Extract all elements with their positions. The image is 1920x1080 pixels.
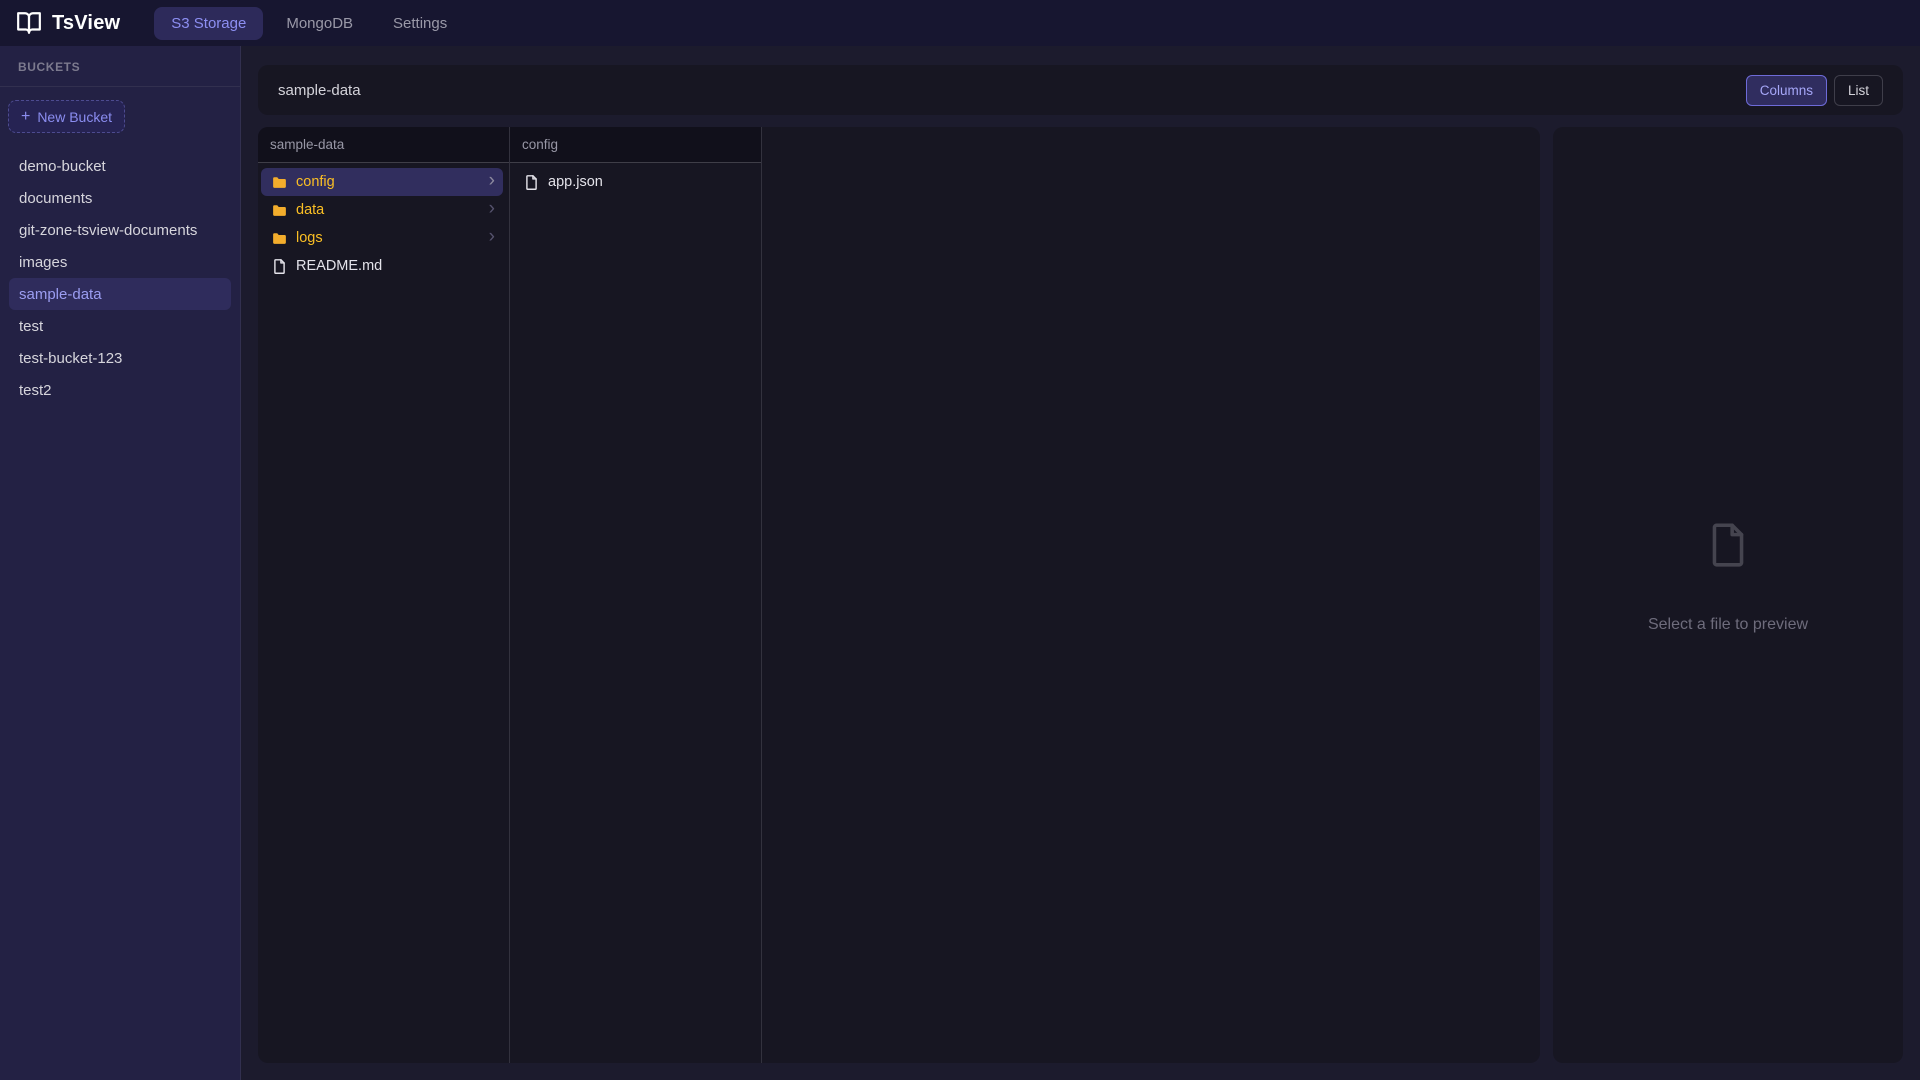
- buckets-heading: BUCKETS: [0, 46, 240, 87]
- item-name: data: [296, 202, 325, 218]
- column-config: config app.json: [510, 127, 762, 1063]
- buckets-sidebar: BUCKETS + New Bucket demo-bucket documen…: [0, 46, 241, 1080]
- tab-mongodb[interactable]: MongoDB: [269, 7, 370, 40]
- bucket-item-test2[interactable]: test2: [9, 374, 231, 406]
- file-preview-panel: Select a file to preview: [1553, 127, 1903, 1063]
- bucket-item-test-bucket-123[interactable]: test-bucket-123: [9, 342, 231, 374]
- folder-row-data[interactable]: data ›: [261, 196, 503, 224]
- bucket-item-documents[interactable]: documents: [9, 182, 231, 214]
- folder-icon: [271, 202, 288, 219]
- new-bucket-label: New Bucket: [37, 108, 113, 125]
- chevron-right-icon: ›: [488, 170, 495, 191]
- bucket-item-sample-data[interactable]: sample-data: [9, 278, 231, 310]
- bucket-item-images[interactable]: images: [9, 246, 231, 278]
- column-sample-data: sample-data config › data › logs › READM…: [258, 127, 510, 1063]
- file-browser-columns: sample-data config › data › logs › READM…: [258, 127, 1540, 1063]
- file-row-readme[interactable]: README.md: [261, 252, 503, 280]
- column-header: sample-data: [258, 127, 509, 163]
- column-item-list: config › data › logs › README.md: [258, 163, 509, 285]
- column-header: config: [510, 127, 761, 163]
- item-name: config: [296, 174, 335, 190]
- tab-s3-storage[interactable]: S3 Storage: [154, 6, 264, 40]
- chevron-right-icon: ›: [488, 198, 495, 219]
- content-header: sample-data Columns List: [258, 65, 1903, 115]
- app-title: TsView: [52, 11, 121, 34]
- item-name: app.json: [548, 174, 603, 190]
- list-view-button[interactable]: List: [1833, 74, 1883, 106]
- file-icon: [271, 258, 288, 275]
- bucket-item-git-zone-tsview-documents[interactable]: git-zone-tsview-documents: [9, 214, 231, 246]
- bucket-item-demo-bucket[interactable]: demo-bucket: [9, 150, 231, 182]
- top-nav: TsView S3 Storage MongoDB Settings: [0, 0, 1920, 46]
- empty-columns-area: [762, 127, 1540, 1063]
- view-toggle: Columns List: [1745, 74, 1883, 106]
- file-icon: [523, 174, 540, 191]
- tab-settings[interactable]: Settings: [376, 7, 464, 40]
- chevron-right-icon: ›: [488, 226, 495, 247]
- folder-row-config[interactable]: config ›: [261, 168, 503, 196]
- new-bucket-button[interactable]: + New Bucket: [8, 100, 125, 133]
- preview-placeholder-text: Select a file to preview: [1647, 615, 1809, 633]
- bucket-item-test[interactable]: test: [9, 310, 231, 342]
- item-name: README.md: [296, 258, 383, 274]
- bucket-list: demo-bucket documents git-zone-tsview-do…: [0, 150, 240, 406]
- folder-row-logs[interactable]: logs ›: [261, 224, 503, 252]
- main-content: sample-data Columns List sample-data con: [241, 46, 1920, 1080]
- app-brand: TsView: [16, 10, 120, 36]
- nav-tabs: S3 Storage MongoDB Settings: [154, 6, 464, 40]
- column-item-list: app.json: [510, 163, 761, 201]
- columns-view-button[interactable]: Columns: [1745, 74, 1827, 106]
- file-row-app-json[interactable]: app.json: [513, 168, 755, 196]
- file-placeholder-icon: [1703, 517, 1753, 578]
- bucket-title: sample-data: [278, 81, 361, 99]
- book-open-icon: [16, 10, 42, 36]
- plus-icon: +: [20, 107, 31, 125]
- item-name: logs: [296, 230, 323, 246]
- folder-icon: [271, 174, 288, 191]
- folder-icon: [271, 230, 288, 247]
